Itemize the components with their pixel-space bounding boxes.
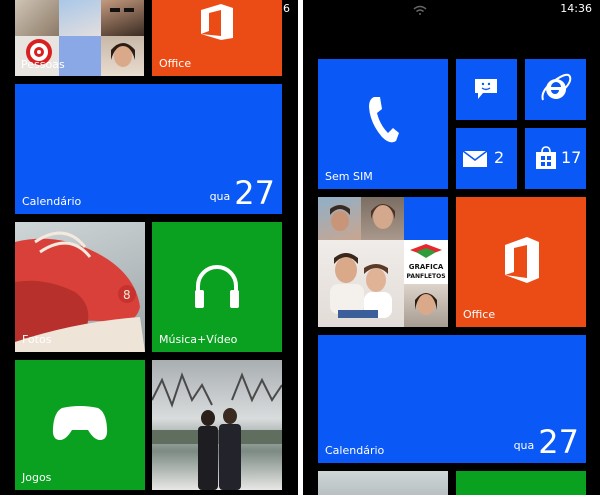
office-tile[interactable]: Office	[152, 0, 282, 76]
phone-tile[interactable]: Sem SIM	[318, 59, 448, 189]
right-phone-start-screen: 14:36 Sem SIM 2 17 GRAFICA PANFLETOS Off…	[303, 0, 600, 495]
games-tile-label: Jogos	[22, 471, 52, 484]
people-photo	[59, 0, 101, 36]
calendar-tile[interactable]: Calendário qua 27	[15, 84, 282, 214]
people-photo	[59, 36, 101, 76]
svg-text:PANFLETOS: PANFLETOS	[406, 273, 445, 280]
music-video-tile-partial[interactable]	[456, 471, 586, 495]
games-tile[interactable]: Jogos	[15, 360, 145, 490]
sunglasses-face	[110, 8, 134, 12]
people-photo	[101, 0, 144, 36]
calendar-day-number: 27	[234, 174, 275, 212]
calendar-date: qua 27	[210, 177, 275, 209]
left-phone-start-screen: 14:36 Pessoas Office	[0, 0, 298, 495]
music-video-tile-label: Música+Vídeo	[159, 333, 238, 346]
office-icon	[505, 237, 539, 283]
people-photo	[404, 284, 448, 327]
calendar-tile[interactable]: Calendário qua 27	[318, 335, 586, 463]
people-photo	[361, 197, 404, 240]
office-tile-label: Office	[159, 57, 192, 70]
people-tile[interactable]: Pessoas	[15, 0, 144, 76]
people-photo-art	[371, 204, 395, 229]
people-tile-label: Pessoas	[21, 58, 65, 71]
internet-explorer-tile[interactable]	[525, 59, 586, 120]
wifi-icon	[413, 5, 427, 15]
calendar-date: qua 27	[514, 426, 579, 458]
people-photo-logo: GRAFICA PANFLETOS	[404, 240, 448, 284]
ie-icon	[541, 73, 572, 101]
people-photo-art	[415, 293, 437, 315]
people-photo	[101, 36, 144, 76]
calendar-tile-label: Calendário	[325, 444, 385, 457]
svg-text:GRAFICA: GRAFICA	[409, 263, 444, 271]
grafica-logo: GRAFICA PANFLETOS	[406, 244, 446, 280]
people-tile[interactable]: GRAFICA PANFLETOS	[318, 197, 448, 327]
office-icon	[201, 4, 233, 40]
store-tile[interactable]: 17	[525, 128, 586, 189]
email-tile[interactable]: 2	[456, 128, 517, 189]
svg-text:8: 8	[123, 288, 131, 302]
people-photo	[318, 197, 361, 240]
headphones-icon	[195, 265, 239, 308]
people-photo	[15, 0, 59, 36]
store-count: 17	[561, 148, 582, 167]
messaging-tile[interactable]	[456, 59, 517, 120]
office-tile-label: Office	[463, 308, 496, 321]
store-icon	[536, 146, 556, 169]
mail-icon	[462, 150, 488, 167]
xbox-controller-icon	[52, 406, 108, 440]
portrait-face	[111, 43, 135, 67]
calendar-weekday: qua	[513, 439, 535, 452]
office-tile[interactable]: Office	[456, 197, 586, 327]
status-time: 14:36	[560, 2, 592, 15]
photos-tile[interactable]: 8 Fotos	[15, 222, 145, 352]
people-photo-art	[330, 253, 392, 318]
people-photo-art	[330, 205, 350, 231]
message-smiley-icon	[475, 79, 497, 99]
photos-tile-label: Fotos	[22, 333, 52, 346]
music-video-tile[interactable]: Música+Vídeo	[152, 222, 282, 352]
calendar-day-number: 27	[538, 423, 579, 461]
calendar-weekday: qua	[209, 190, 231, 203]
photo-tile[interactable]	[152, 360, 282, 490]
phone-icon	[369, 97, 399, 143]
email-count: 2	[494, 148, 505, 167]
phone-tile-label: Sem SIM	[325, 170, 373, 183]
people-photo-family	[318, 240, 404, 327]
photos-tile-partial[interactable]	[318, 471, 448, 495]
couple-photo	[152, 372, 282, 490]
calendar-tile-label: Calendário	[22, 195, 82, 208]
